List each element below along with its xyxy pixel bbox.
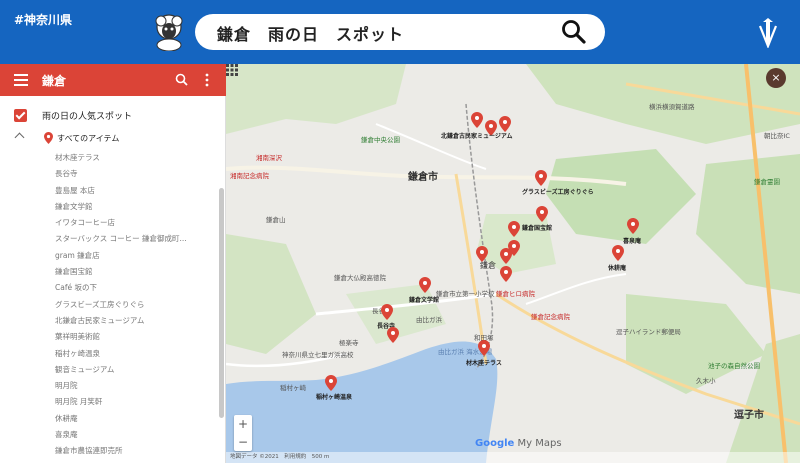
map-label: 鎌倉ヒロ病院	[496, 290, 535, 298]
map-pin-icon[interactable]	[325, 375, 337, 391]
more-options-icon[interactable]	[204, 73, 210, 87]
map-base	[226, 64, 800, 463]
pin-label: 喜泉庵	[623, 238, 642, 245]
map-pin-icon[interactable]	[500, 266, 512, 282]
sidebar-scrollbar[interactable]	[219, 188, 224, 418]
map-pin-icon[interactable]	[627, 218, 639, 234]
close-button[interactable]: ×	[766, 68, 786, 88]
place-list: 材木座テラス 長谷寺 豊島屋 本店 鎌倉文学館 イワタコーヒー店 スターバックス…	[55, 150, 187, 460]
search-box[interactable]: 鎌倉 雨の日 スポット	[195, 14, 605, 50]
top-bar: #神奈川県 鎌倉 雨の日 スポット	[0, 0, 800, 64]
sheep-mascot-icon[interactable]	[152, 13, 186, 51]
grid-icon[interactable]	[226, 64, 238, 76]
map-pin-icon[interactable]	[419, 277, 431, 293]
list-item[interactable]: 明月院 月笑軒	[55, 394, 187, 410]
list-item[interactable]: gram 鎌倉店	[55, 248, 187, 264]
list-item[interactable]: 長谷寺	[55, 166, 187, 182]
map-label: 鎌倉中央公園	[361, 136, 400, 144]
map-label: 久木小	[696, 377, 716, 385]
list-item[interactable]: 材木座テラス	[55, 150, 187, 166]
map-pin-icon[interactable]	[508, 221, 520, 237]
map-label: 鎌倉市立第一小学校	[436, 290, 495, 298]
map-pin-icon[interactable]	[478, 340, 490, 356]
map-label: 極楽寺	[339, 339, 359, 347]
map-attribution[interactable]: 地図データ ©2021 利用規約 500 m	[226, 452, 800, 463]
pin-label: 鎌倉文学館	[409, 297, 440, 304]
menu-icon[interactable]	[14, 74, 28, 86]
map-label: 鎌倉大仏殿高徳院	[334, 274, 386, 282]
list-item[interactable]: スターバックス コーヒー 鎌倉御成町...	[55, 231, 187, 247]
map-pin-icon[interactable]	[387, 327, 399, 343]
google-my-maps-logo: Google My Maps	[475, 438, 562, 449]
map-title: 鎌倉	[42, 74, 67, 88]
list-item[interactable]: 葉祥明美術館	[55, 329, 187, 345]
map-label: 逗子ハイランド郵便局	[616, 328, 681, 336]
chevron-up-icon[interactable]	[14, 132, 25, 143]
google-wordmark: Google	[475, 438, 515, 449]
map-label: 鎌倉山	[266, 216, 286, 224]
map-label: 稲村ヶ崎	[280, 384, 306, 392]
map-label: 神奈川県立七里ガ浜高校	[282, 351, 354, 359]
list-item[interactable]: 喜泉庵	[55, 427, 187, 443]
pin-label: グラスビーズ工房ぐりぐら	[522, 189, 594, 196]
list-item[interactable]: Café 坂の下	[55, 280, 187, 296]
map-label: 横浜横須賀道路	[649, 103, 695, 111]
map-label: 湘南深沢	[256, 154, 282, 162]
sidebar-header: 鎌倉	[0, 64, 226, 96]
search-icon[interactable]	[175, 73, 188, 86]
mymaps-wordmark: My Maps	[517, 438, 562, 449]
pin-label: 材木座テラス	[466, 360, 502, 367]
list-item[interactable]: 豊島屋 本店	[55, 183, 187, 199]
layer-label: 雨の日の人気スポット	[42, 112, 133, 122]
map-label: 池子の森自然公園	[708, 362, 760, 370]
map-pin-icon[interactable]	[500, 248, 512, 264]
pin-label: 休耕庵	[608, 265, 627, 272]
map-label: 鎌倉霊園	[754, 178, 780, 186]
search-query[interactable]: 鎌倉 雨の日 スポット	[217, 21, 404, 45]
map-label: 逗子市	[734, 410, 764, 421]
map-sidebar: 鎌倉 雨の日の人気スポット すべてのアイテム 材木座テラス 長谷寺 豊島屋 本店…	[0, 64, 226, 463]
site-logo-icon[interactable]	[756, 16, 780, 48]
pin-label: 鎌倉国宝館	[522, 225, 553, 232]
list-item[interactable]: イワタコーヒー店	[55, 215, 187, 231]
pin-label: 稲村ヶ崎温泉	[316, 394, 353, 401]
map-pin-icon[interactable]	[499, 116, 511, 132]
list-item[interactable]: グラスビーズ工房ぐりぐら	[55, 297, 187, 313]
map-pin-icon[interactable]	[536, 206, 548, 222]
list-item[interactable]: 稲村ヶ崎温泉	[55, 346, 187, 362]
map-pin-icon[interactable]	[535, 170, 547, 186]
map-pin-icon[interactable]	[381, 304, 393, 320]
pin-label: 北鎌倉古民家ミュージアム	[441, 133, 513, 140]
zoom-out-button[interactable]: −	[234, 433, 252, 451]
map-label: 朝比奈IC	[764, 132, 790, 140]
zoom-control: + −	[234, 415, 252, 451]
zoom-in-button[interactable]: +	[234, 415, 252, 433]
list-item[interactable]: 鎌倉国宝館	[55, 264, 187, 280]
map-label: 由比ガ浜	[416, 316, 442, 324]
map-label: 鎌倉市	[408, 172, 438, 183]
list-item[interactable]: 鎌倉市農協連即売所	[55, 443, 187, 459]
list-item[interactable]: 鎌倉文学館	[55, 199, 187, 215]
map-canvas[interactable]: 鎌倉市 逗子市 湘南深沢 湘南記念病院 鎌倉 由比ガ浜 由比ガ浜 海水浴場 和田…	[226, 64, 800, 463]
map-pin-icon	[44, 132, 53, 144]
search-icon[interactable]	[561, 19, 587, 45]
list-item[interactable]: 観音ミュージアム	[55, 362, 187, 378]
map-label: 鎌倉記念病院	[531, 313, 570, 321]
map-pin-icon[interactable]	[612, 245, 624, 261]
layer-checkbox[interactable]	[14, 109, 27, 122]
map-pin-icon[interactable]	[471, 112, 483, 128]
list-item[interactable]: 休耕庵	[55, 411, 187, 427]
map-label: 湘南記念病院	[230, 172, 269, 180]
group-label: すべてのアイテム	[57, 134, 120, 143]
list-item[interactable]: 明月院	[55, 378, 187, 394]
map-pin-icon[interactable]	[476, 246, 488, 262]
hashtag-label[interactable]: #神奈川県	[14, 11, 72, 28]
list-item[interactable]: 北鎌倉古民家ミュージアム	[55, 313, 187, 329]
